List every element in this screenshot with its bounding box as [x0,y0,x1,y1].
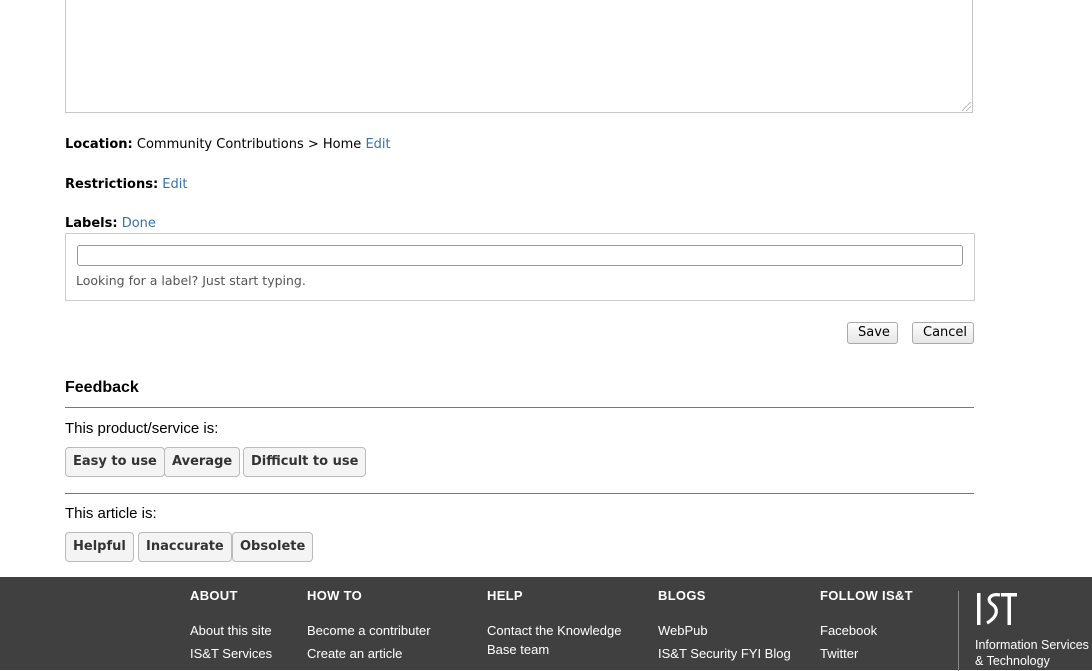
footer-divider [958,591,959,671]
location-label: Location: [65,137,133,152]
resize-grip-icon[interactable] [962,102,971,111]
divider [65,493,974,494]
content-textarea[interactable] [65,0,973,113]
footer-heading-follow: FOLLOW IS&T [820,588,913,603]
site-footer: ABOUT About this site IS&T Services HOW … [0,577,1092,671]
ist-logo-icon[interactable] [975,590,1021,628]
restrictions-row: Restrictions: Edit [65,177,187,192]
helpful-button[interactable]: Helpful [65,532,134,562]
footer-link-twitter[interactable]: Twitter [820,644,913,663]
difficult-to-use-button[interactable]: Difficult to use [243,447,367,477]
labels-input[interactable] [77,245,963,266]
inaccurate-button[interactable]: Inaccurate [138,532,232,562]
labels-hint: Looking for a label? Just start typing. [76,273,306,288]
article-question: This article is: [65,505,157,522]
location-path: Community Contributions > Home [136,137,362,152]
location-row: Location: Community Contributions > Home… [65,137,391,152]
footer-heading-help: HELP [487,588,523,603]
location-edit-link[interactable]: Edit [365,137,390,152]
save-button[interactable]: Save [847,322,898,344]
average-button[interactable]: Average [164,447,241,477]
footer-link-about-site[interactable]: About this site [190,621,272,640]
footer-follow: FOLLOW IS&T Facebook Twitter [820,588,913,667]
labels-done-link[interactable]: Done [122,216,156,231]
footer-about: ABOUT About this site IS&T Services [190,588,272,667]
labels-panel: Looking for a label? Just start typing. [65,233,975,301]
labels-row: Labels: Done [65,216,156,231]
divider [65,407,974,408]
footer-link-ist-services[interactable]: IS&T Services [190,644,272,663]
footer-link-facebook[interactable]: Facebook [820,621,913,640]
brand-line-2: & Technology [975,654,1050,668]
footer-link-security-blog[interactable]: IS&T Security FYI Blog [658,644,791,663]
feedback-title: Feedback [65,379,139,396]
easy-to-use-button[interactable]: Easy to use [65,447,165,477]
restrictions-label: Restrictions: [65,177,159,192]
footer-howto: HOW TO Become a contributer Create an ar… [307,588,431,667]
footer-help: HELP Contact the Knowledge Base team [487,588,627,661]
footer-blogs: BLOGS WebPub IS&T Security FYI Blog [658,588,791,667]
brand-line-1: Information Services [975,638,1089,652]
footer-heading-howto: HOW TO [307,588,362,603]
obsolete-button[interactable]: Obsolete [232,532,314,562]
labels-label: Labels: [65,216,118,231]
cancel-button[interactable]: Cancel [912,322,974,344]
footer-heading-about: ABOUT [190,588,238,603]
footer-link-webpub[interactable]: WebPub [658,621,791,640]
footer-link-create-article[interactable]: Create an article [307,644,431,663]
footer-link-contact-kb-team[interactable]: Contact the Knowledge Base team [487,621,627,659]
footer-link-become-contributor[interactable]: Become a contributer [307,621,431,640]
product-question: This product/service is: [65,420,219,437]
footer-heading-blogs: BLOGS [658,588,706,603]
restrictions-edit-link[interactable]: Edit [162,177,187,192]
brand-name: Information Services & Technology [975,637,1089,669]
